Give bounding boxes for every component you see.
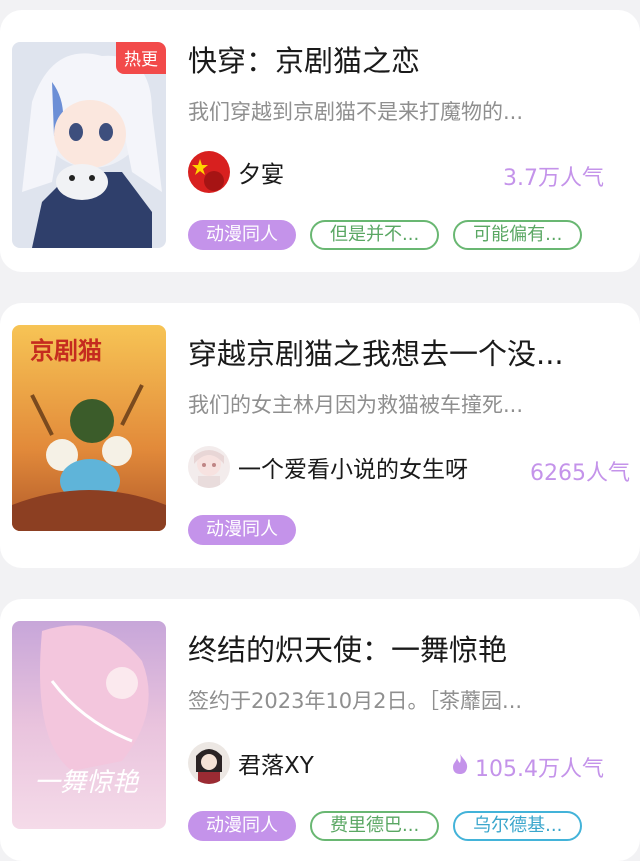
book-description: 我们的女主林月因为救猫被车撞死...: [188, 393, 524, 417]
svg-text:一舞惊艳: 一舞惊艳: [34, 768, 140, 798]
popularity-count: 3.7万人气: [503, 160, 604, 192]
tag[interactable]: 动漫同人: [188, 220, 296, 250]
tag[interactable]: 乌尔德基...: [453, 811, 583, 841]
author-name: 君落XY: [238, 753, 314, 779]
author-name: 一个爱看小说的女生呀: [238, 457, 468, 483]
avatar: [188, 446, 230, 488]
tag[interactable]: 可能偏有...: [453, 220, 583, 250]
tag-list: 动漫同人 但是并不... 可能偏有...: [188, 220, 596, 250]
tag[interactable]: 费里德巴...: [310, 811, 440, 841]
book-cover[interactable]: 一舞惊艳: [12, 621, 166, 829]
hot-badge: 热更: [116, 42, 166, 74]
book-title[interactable]: 穿越京剧猫之我想去一个没...: [188, 331, 618, 373]
book-cover[interactable]: 热更: [12, 42, 166, 248]
book-card[interactable]: 一舞惊艳 终结的炽天使：一舞惊艳 签约于2023年10月2日。［茶蘼园... 君…: [0, 599, 640, 861]
book-title[interactable]: 终结的炽天使：一舞惊艳: [188, 627, 618, 669]
book-card[interactable]: 热更 快穿：京剧猫之恋 我们穿越到京剧猫不是来打魔物的... 夕宴 3.7万人气…: [0, 10, 640, 272]
author-row[interactable]: 夕宴: [188, 150, 284, 194]
tag[interactable]: 但是并不...: [310, 220, 440, 250]
popularity-value: 105.4万人气: [475, 757, 604, 782]
author-row[interactable]: 君落XY: [188, 741, 314, 785]
book-card[interactable]: 京剧猫 穿越京剧猫之我想去一个没... 我们的女主林月因为救猫被车撞死... 一…: [0, 303, 640, 568]
book-title[interactable]: 快穿：京剧猫之恋: [188, 38, 618, 80]
tag[interactable]: 动漫同人: [188, 515, 296, 545]
book-cover[interactable]: 京剧猫: [12, 325, 166, 531]
tag-list: 动漫同人 费里德巴... 乌尔德基...: [188, 811, 596, 841]
book-description: 签约于2023年10月2日。［茶蘼园...: [188, 689, 523, 713]
tag[interactable]: 动漫同人: [188, 811, 296, 841]
svg-text:京剧猫: 京剧猫: [30, 337, 102, 365]
popularity-value: 6265人气: [530, 461, 630, 486]
popularity-count: 105.4万人气: [451, 751, 604, 783]
avatar: [188, 742, 230, 784]
tag-list: 动漫同人: [188, 515, 310, 545]
author-row[interactable]: 一个爱看小说的女生呀: [188, 445, 468, 489]
popularity-value: 3.7万人气: [503, 166, 604, 191]
book-description: 我们穿越到京剧猫不是来打魔物的...: [188, 100, 524, 124]
avatar: [188, 151, 230, 193]
fire-icon: [451, 753, 469, 781]
popularity-count: 6265人气: [530, 455, 630, 487]
author-name: 夕宴: [238, 162, 284, 188]
